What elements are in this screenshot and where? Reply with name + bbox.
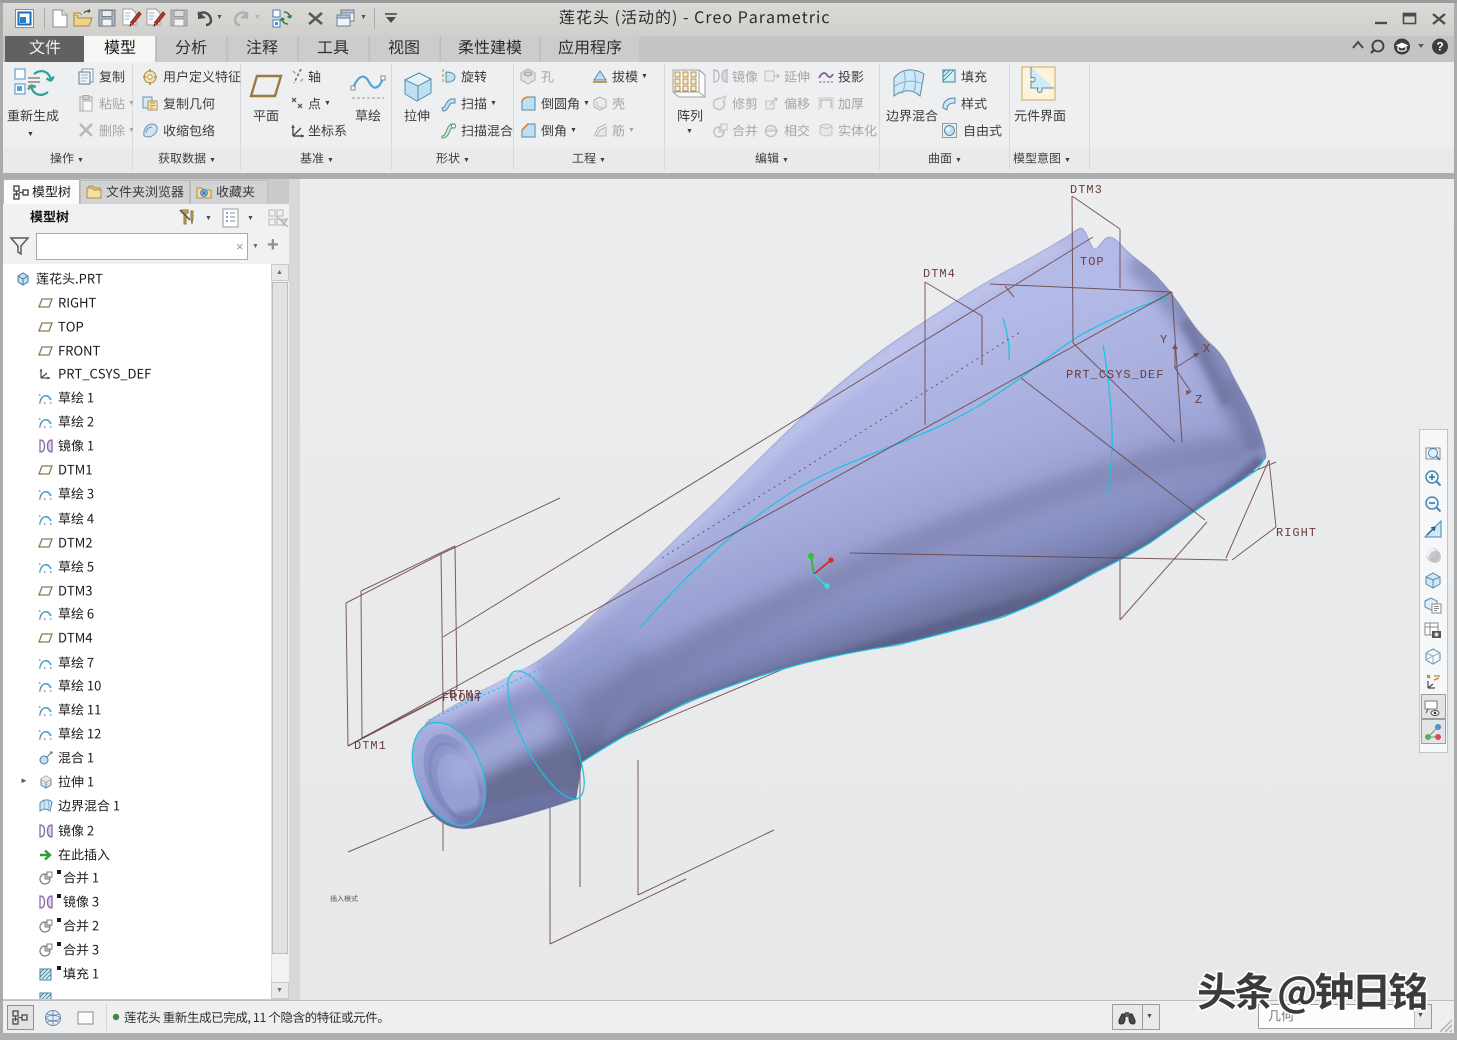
- svg-text:?: ?: [1436, 40, 1443, 54]
